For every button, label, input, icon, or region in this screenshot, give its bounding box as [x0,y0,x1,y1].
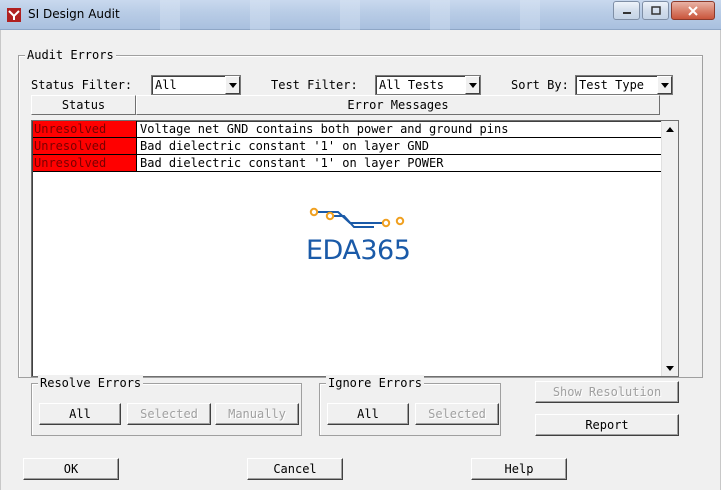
show-resolution-button[interactable]: Show Resolution [535,381,679,403]
sort-by-dropdown-button[interactable] [657,76,672,94]
title-bar: SI Design Audit [0,0,721,30]
minimize-button[interactable] [613,1,640,20]
status-filter-label: Status Filter: [31,78,133,92]
ignore-selected-button[interactable]: Selected [415,403,499,425]
eda365-logo: EDA365 [304,205,424,275]
minimize-icon [622,11,631,14]
error-list[interactable]: Unresolved Voltage net GND contains both… [31,120,679,377]
message-cell: Voltage net GND contains both power and … [137,121,662,138]
status-cell: Unresolved [33,138,137,155]
status-filter-dropdown-button[interactable] [225,76,240,94]
close-button[interactable] [671,1,715,20]
dialog-body: Audit Errors Status Filter: All Test Fil… [0,30,721,490]
chevron-down-icon [660,82,669,88]
status-cell: Unresolved [33,155,137,172]
chevron-down-icon [228,82,237,88]
table-row[interactable]: Unresolved Voltage net GND contains both… [33,121,662,138]
ignore-errors-group-label: Ignore Errors [326,375,424,391]
test-filter-value: All Tests [379,78,445,92]
scroll-down-button[interactable] [662,360,678,376]
status-cell: Unresolved [33,121,137,138]
title-bar-decoration [120,0,600,30]
table-row[interactable]: Unresolved Bad dielectric constant '1' o… [33,138,662,155]
message-cell: Bad dielectric constant '1' on layer GND [137,138,662,155]
chevron-up-icon [666,126,674,132]
test-filter-label: Test Filter: [271,78,358,92]
report-button[interactable]: Report [535,414,679,436]
resolve-selected-button[interactable]: Selected [127,403,211,425]
resolve-errors-group-label: Resolve Errors [38,375,144,391]
audit-errors-group-label: Audit Errors [25,47,116,63]
ignore-all-button[interactable]: All [327,403,409,425]
close-icon [688,5,698,16]
resolve-all-button[interactable]: All [39,403,121,425]
cancel-button[interactable]: Cancel [247,458,343,480]
test-filter-select[interactable]: All Tests [375,75,481,95]
scroll-up-button[interactable] [662,121,678,137]
maximize-button[interactable] [642,1,669,20]
status-filter-select[interactable]: All [151,75,241,95]
eda365-logo-text: EDA365 [306,235,411,266]
chevron-down-icon [666,365,674,371]
sort-by-value: Test Type [579,78,645,92]
resolve-manually-button[interactable]: Manually [215,403,299,425]
sort-by-label: Sort By: [511,78,569,92]
ok-button[interactable]: OK [23,458,119,480]
maximize-icon [650,6,661,15]
help-button[interactable]: Help [471,458,567,480]
message-cell: Bad dielectric constant '1' on layer POW… [137,155,662,172]
column-header-status[interactable]: Status [31,95,136,115]
window-title: SI Design Audit [28,7,120,21]
status-filter-value: All [155,78,177,92]
chevron-down-icon [468,82,477,88]
column-header-error-messages[interactable]: Error Messages [136,95,660,115]
vertical-scrollbar[interactable] [661,121,678,376]
test-filter-dropdown-button[interactable] [465,76,480,94]
sort-by-select[interactable]: Test Type [575,75,673,95]
table-row[interactable]: Unresolved Bad dielectric constant '1' o… [33,155,662,172]
si-audit-app-icon [7,8,21,22]
circuit-trace-icon [309,207,405,228]
